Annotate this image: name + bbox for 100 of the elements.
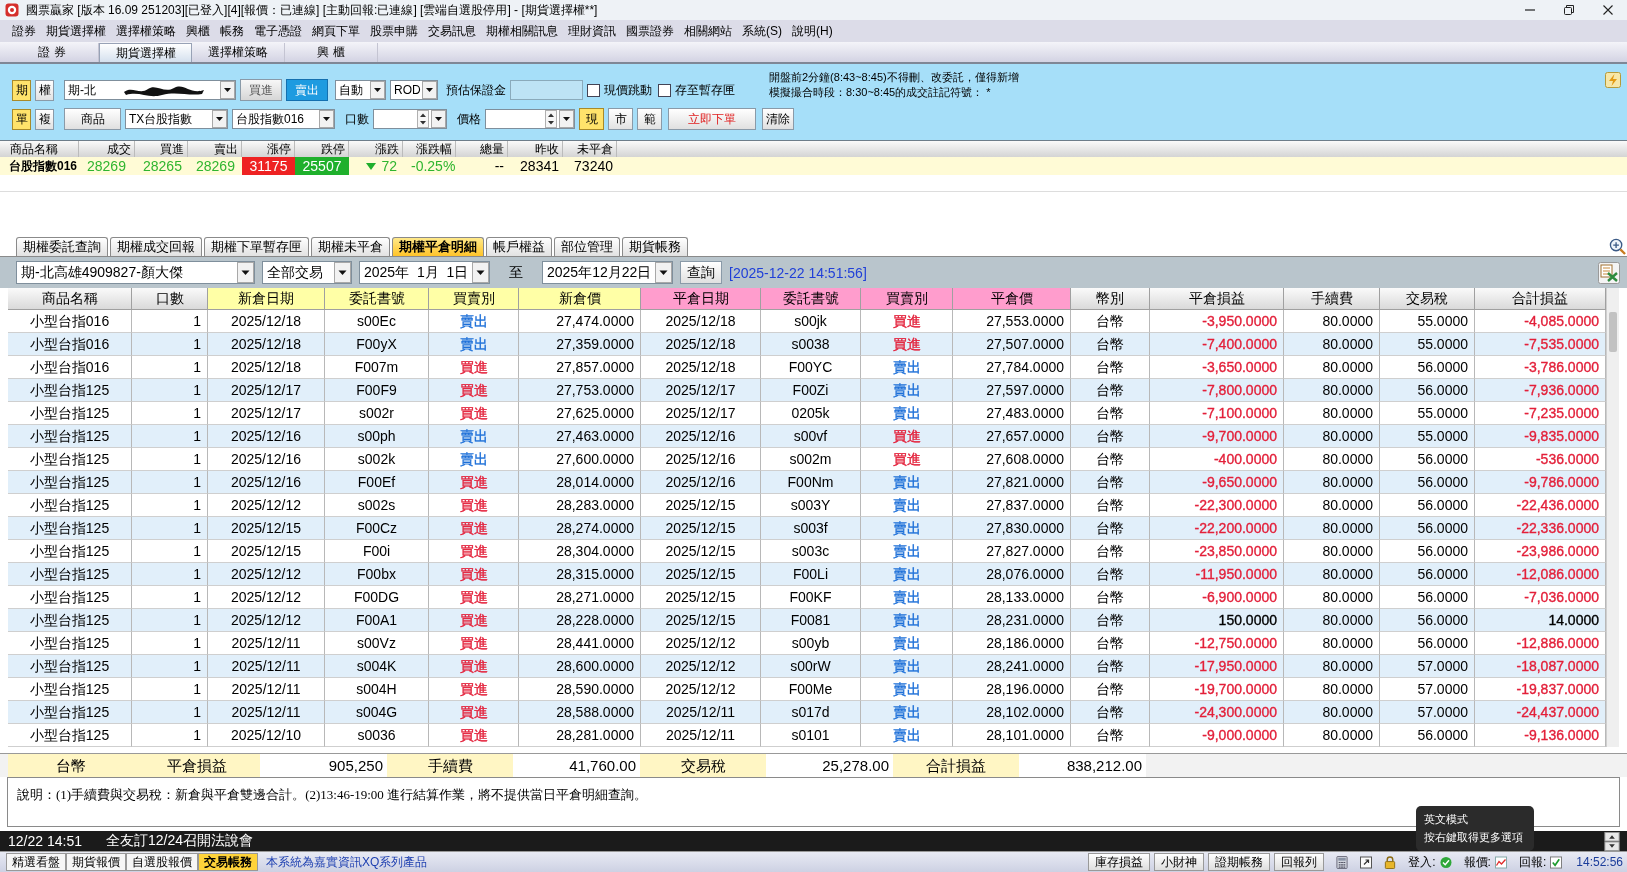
column-header[interactable]: 手續費: [1284, 288, 1380, 310]
menu-item[interactable]: 相關網站: [679, 22, 737, 40]
table-cell: 賣出: [861, 494, 953, 517]
menu-item[interactable]: 期貨選擇權: [41, 22, 111, 40]
scroll-arrows-icon[interactable]: [1604, 831, 1620, 851]
end-date-picker[interactable]: 2025年12月22日: [542, 261, 673, 284]
column-header[interactable]: 委託書號: [325, 288, 429, 310]
toolbar-button[interactable]: 證期帳務: [1208, 853, 1271, 871]
column-header[interactable]: 交易稅: [1380, 288, 1475, 310]
toggle-button[interactable]: 權: [35, 79, 54, 101]
table-cell: -24,437.0000: [1475, 701, 1606, 724]
price-field[interactable]: [485, 109, 575, 129]
menu-item[interactable]: 系統(S): [737, 22, 787, 40]
table-cell: 賣出: [429, 425, 519, 448]
menu-item[interactable]: 交易訊息: [423, 22, 481, 40]
table-cell: s003c: [761, 540, 861, 563]
table-cell: 賣出: [861, 586, 953, 609]
column-header[interactable]: 平倉損益: [1150, 288, 1284, 310]
toolbar-button[interactable]: 小財神: [1154, 853, 1205, 871]
vertical-scrollbar[interactable]: [1606, 288, 1619, 747]
menu-item[interactable]: 期權相關訊息: [481, 22, 563, 40]
tab[interactable]: 期權成交回報: [110, 237, 202, 256]
tab[interactable]: 期貨報價: [66, 853, 126, 871]
column-header[interactable]: 平倉價: [953, 288, 1071, 310]
menu-item[interactable]: 股票申購: [365, 22, 423, 40]
zoom-in-icon[interactable]: [1609, 237, 1626, 255]
price-type-button[interactable]: 市: [608, 108, 633, 130]
quantity-field[interactable]: [373, 109, 447, 129]
column-header[interactable]: 幣別: [1071, 288, 1150, 310]
column-header[interactable]: 買賣別: [861, 288, 953, 310]
product-dropdown[interactable]: TX台股指數: [125, 109, 228, 129]
column-header[interactable]: 平倉日期: [641, 288, 761, 310]
table-cell: 80.0000: [1284, 402, 1380, 425]
table-cell: F00Cz: [325, 517, 429, 540]
news-headline[interactable]: 全友訂12/24召開法說會: [105, 832, 253, 850]
menu-item[interactable]: 說明(H): [787, 22, 838, 40]
account-dropdown[interactable]: 期-北: [64, 80, 236, 100]
column-header[interactable]: 商品名稱: [8, 288, 132, 310]
tab[interactable]: 帳戶權益: [486, 237, 552, 256]
checkbox[interactable]: [587, 83, 600, 97]
lock-icon[interactable]: [1384, 855, 1397, 869]
table-cell: 小型台指125: [8, 632, 132, 655]
menu-item[interactable]: 國票證券: [621, 22, 679, 40]
spreadsheet-export-icon[interactable]: [1598, 261, 1620, 284]
toggle-button[interactable]: 單: [12, 108, 31, 130]
column-header[interactable]: 新倉價: [519, 288, 641, 310]
menu-item[interactable]: 證券: [7, 22, 41, 40]
start-date-picker[interactable]: 2025年 1月 1日: [359, 261, 490, 284]
query-button[interactable]: 查詢: [680, 261, 722, 284]
condition-dropdown[interactable]: 自動: [335, 80, 386, 100]
table-cell: 賣出: [861, 356, 953, 379]
toggle-button[interactable]: 複: [35, 108, 54, 130]
tab[interactable]: 自選股報價: [126, 853, 198, 871]
account-dropdown[interactable]: 期-北高雄4909827-顏大傑: [16, 261, 255, 284]
quote-cell: 31175: [242, 157, 295, 175]
column-header[interactable]: 合計損益: [1475, 288, 1606, 310]
tab[interactable]: 興 櫃: [285, 43, 378, 62]
column-header[interactable]: 委託書號: [761, 288, 861, 310]
menu-item[interactable]: 興櫃: [181, 22, 215, 40]
tab[interactable]: 期權未平倉: [311, 237, 390, 256]
external-link-icon[interactable]: [1360, 855, 1373, 869]
tab[interactable]: 期貨帳務: [622, 237, 688, 256]
product-button[interactable]: 商品: [64, 108, 121, 130]
calculator-icon[interactable]: [1336, 855, 1349, 869]
tab[interactable]: 選擇權策略: [192, 43, 285, 62]
tab[interactable]: 期貨選擇權: [99, 43, 192, 62]
price-type-button[interactable]: 現: [579, 108, 604, 130]
menu-item[interactable]: 選擇權策略: [111, 22, 181, 40]
toolbar-button[interactable]: 庫存損益: [1088, 853, 1151, 871]
column-header[interactable]: 新倉日期: [208, 288, 325, 310]
menu-item[interactable]: 帳務: [215, 22, 249, 40]
table-cell: 買進: [429, 701, 519, 724]
table-cell: 2025/12/11: [208, 701, 325, 724]
price-type-button[interactable]: 範: [637, 108, 662, 130]
clear-button[interactable]: 清除: [762, 108, 794, 130]
table-cell: 1: [132, 609, 208, 632]
contract-dropdown[interactable]: 台股指數016: [232, 109, 335, 129]
tab[interactable]: 期權委託查詢: [16, 237, 108, 256]
menu-item[interactable]: 電子憑證: [249, 22, 307, 40]
tab[interactable]: 期權平倉明細: [392, 237, 484, 256]
trade-type-dropdown[interactable]: 全部交易: [262, 261, 352, 284]
order-side-button[interactable]: 買進: [240, 79, 282, 101]
column-header[interactable]: 買賣別: [429, 288, 519, 310]
tab[interactable]: 交易帳務: [198, 853, 258, 871]
column-header[interactable]: 口數: [132, 288, 208, 310]
order-type-dropdown[interactable]: ROD: [390, 80, 438, 100]
tab[interactable]: 期權下單暫存匣: [204, 237, 309, 256]
tab[interactable]: 部位管理: [554, 237, 620, 256]
checkbox[interactable]: [658, 83, 671, 97]
toolbar-button[interactable]: 回報列: [1274, 853, 1325, 871]
table-cell: -19,700.0000: [1150, 678, 1284, 701]
submit-order-button[interactable]: 立即下單: [668, 108, 756, 130]
tab[interactable]: 精選看盤: [6, 853, 66, 871]
menu-item[interactable]: 網頁下單: [307, 22, 365, 40]
table-cell: 買進: [429, 724, 519, 747]
status-ok-icon: [1439, 855, 1452, 869]
menu-item[interactable]: 理財資訊: [563, 22, 621, 40]
toggle-button[interactable]: 期: [12, 79, 31, 101]
table-cell: 1: [132, 494, 208, 517]
tooltip-text: 英文模式: [1424, 812, 1469, 827]
